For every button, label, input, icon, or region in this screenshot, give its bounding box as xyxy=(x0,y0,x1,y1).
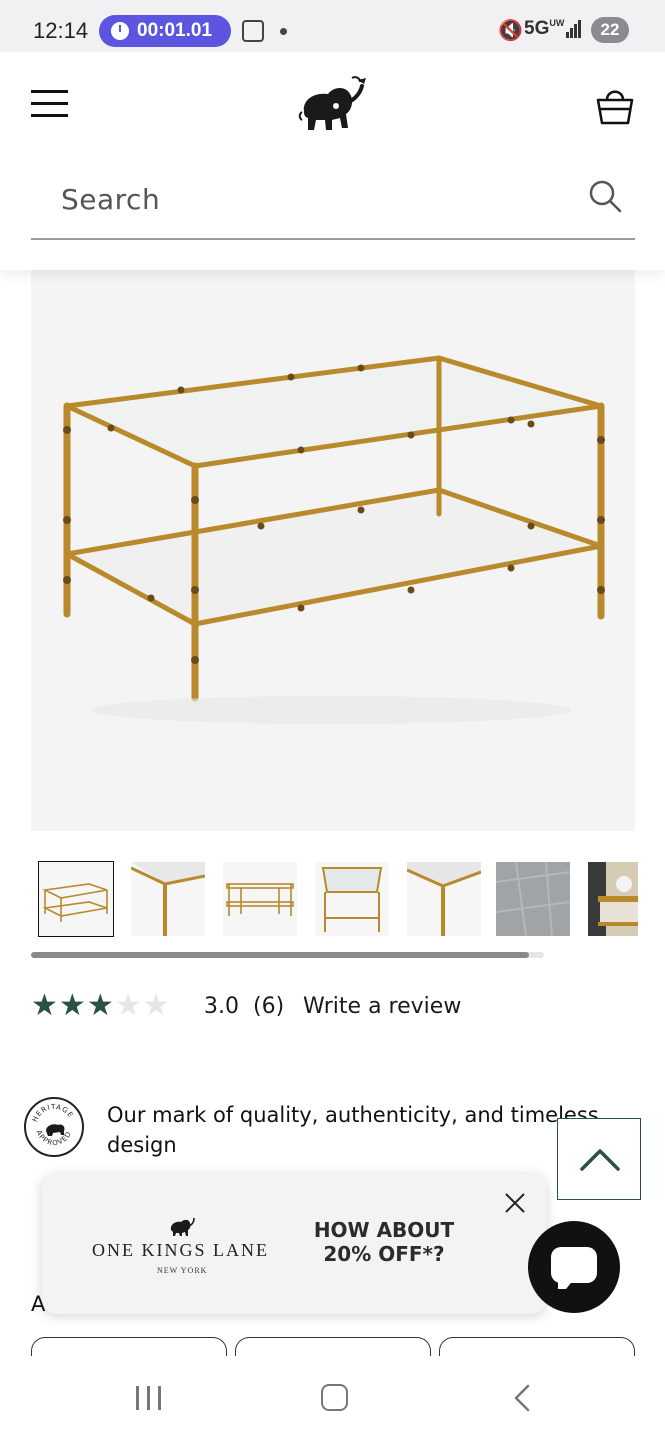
status-time: 12:14 xyxy=(33,18,89,43)
screen-record-icon xyxy=(242,20,264,42)
thumb-detail-icon xyxy=(406,862,482,936)
thumb-table-icon xyxy=(42,883,108,922)
elephant-logo-icon[interactable] xyxy=(296,72,368,136)
close-icon[interactable] xyxy=(500,1188,530,1218)
site-header xyxy=(0,52,665,270)
stopwatch-icon xyxy=(111,22,129,40)
thumbnail-6[interactable] xyxy=(495,861,571,937)
timer-pill[interactable]: 00:01.01 xyxy=(99,15,231,47)
notification-dot-icon xyxy=(280,28,287,35)
thumbnail-5[interactable] xyxy=(406,862,482,936)
chevron-up-icon xyxy=(580,1149,620,1171)
promo-popup[interactable]: ONE KINGS LANE NEW YORK HOW ABOUT 20% OF… xyxy=(42,1174,546,1314)
thumbnail-7[interactable] xyxy=(588,862,638,936)
rating-value[interactable]: 3.0 (6) xyxy=(204,994,284,1019)
promo-brand-name: ONE KINGS LANE xyxy=(92,1240,269,1260)
star-filled-icon: ★ xyxy=(58,989,86,1022)
chat-bubble-tail xyxy=(558,1279,574,1289)
thumb-top-icon xyxy=(321,867,383,932)
search-input[interactable] xyxy=(31,182,571,216)
recents-icon[interactable] xyxy=(136,1386,162,1410)
app-root: 12:14 00:01.01 🔇 5GUW 22 Search ★ ★ ★ ★ … xyxy=(0,0,665,1440)
back-to-top-button[interactable] xyxy=(557,1118,641,1200)
product-main-image[interactable] xyxy=(31,270,635,831)
system-navigation-bar xyxy=(0,1356,665,1440)
star-filled-icon: ★ xyxy=(31,989,58,1022)
star-rating: ★ ★ ★ ★ ★ xyxy=(31,991,170,1021)
heritage-approved-badge: HERITAGE APPROVED xyxy=(24,1097,84,1157)
product-rating: ★ ★ ★ ★ ★ 3.0 (6) Write a review xyxy=(31,988,631,1024)
signal-icon xyxy=(566,20,582,38)
thumbnail-strip xyxy=(38,861,638,939)
thumbnail-1[interactable] xyxy=(38,861,114,937)
star-empty-icon: ★ xyxy=(114,989,142,1022)
thumb-corner-icon xyxy=(130,862,206,936)
timer-value: 00:01.01 xyxy=(137,20,213,41)
thumb-side-icon xyxy=(226,883,294,916)
heritage-description: Our mark of quality, authenticity, and t… xyxy=(107,1103,599,1157)
heritage-elephant-icon: HERITAGE APPROVED xyxy=(31,1103,75,1147)
svg-text:HERITAGE: HERITAGE xyxy=(31,1103,75,1123)
thumbnail-3[interactable] xyxy=(223,862,297,936)
star-empty-icon: ★ xyxy=(142,989,170,1022)
coffee-table-image xyxy=(63,355,605,724)
write-review-link[interactable]: Write a review xyxy=(303,994,461,1019)
star-filled-icon: ★ xyxy=(86,989,114,1022)
thumbnail-4[interactable] xyxy=(315,862,389,936)
thumb-swatch-icon xyxy=(495,861,571,937)
home-icon[interactable] xyxy=(321,1384,348,1411)
thumb-room-icon xyxy=(588,862,638,936)
thumbnail-2[interactable] xyxy=(130,862,206,936)
thumbnail-scroll-thumb[interactable] xyxy=(31,952,529,958)
brand-elephant-icon xyxy=(170,1217,195,1236)
hamburger-menu-icon[interactable] xyxy=(31,90,68,118)
chat-button[interactable] xyxy=(528,1221,620,1313)
promo-offer-text[interactable]: HOW ABOUT 20% OFF*? xyxy=(304,1218,464,1266)
shopping-bag-icon[interactable] xyxy=(595,84,635,126)
mute-icon: 🔇 xyxy=(498,20,523,42)
search-bar xyxy=(31,160,635,240)
chat-bubble-icon xyxy=(551,1247,597,1283)
battery-indicator: 22 xyxy=(591,17,629,43)
search-icon[interactable] xyxy=(587,178,623,214)
network-type: 5GUW xyxy=(524,18,565,39)
back-icon[interactable] xyxy=(512,1384,532,1412)
promo-brand-city: NEW YORK xyxy=(157,1266,208,1275)
